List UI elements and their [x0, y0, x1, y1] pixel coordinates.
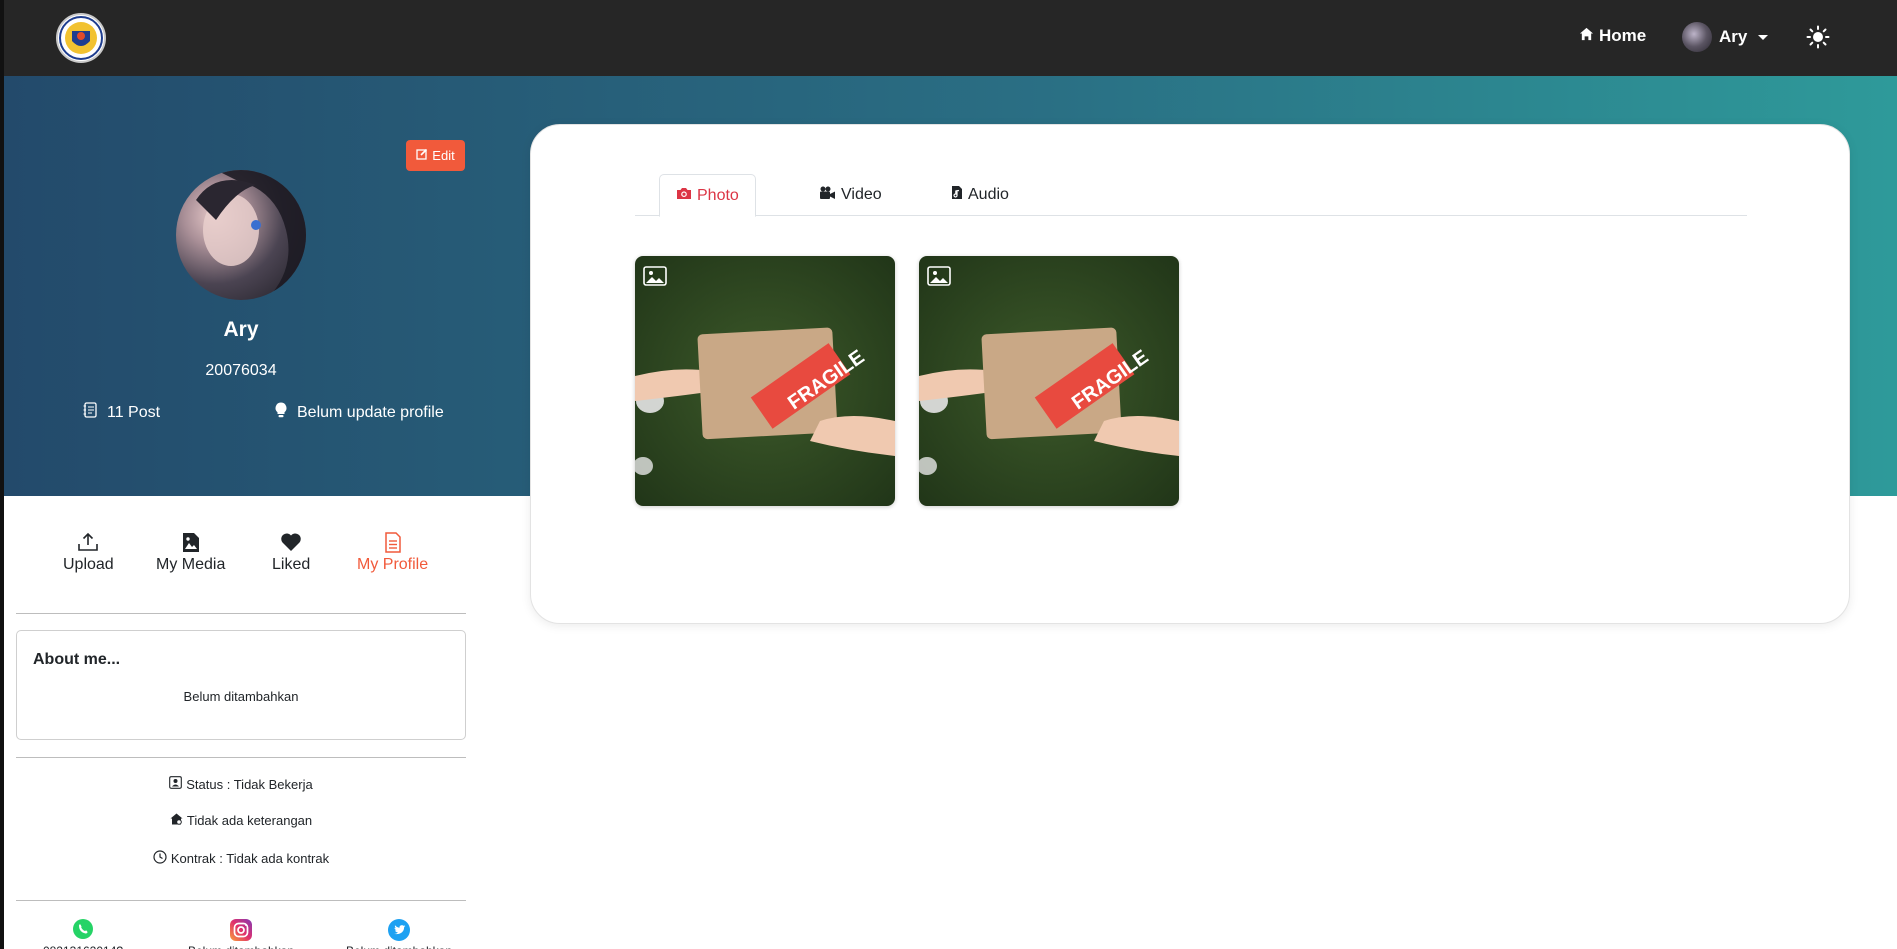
tab-photo-label: Photo	[697, 186, 739, 204]
menu-my-profile[interactable]: My Profile	[357, 532, 428, 574]
photo-thumbnail: FRAGILE	[919, 256, 1179, 506]
about-card: About me... Belum ditambahkan	[16, 630, 466, 740]
tab-video[interactable]: Video	[803, 174, 898, 216]
house-gear-icon	[170, 813, 183, 828]
tab-audio-label: Audio	[968, 186, 1009, 203]
upload-icon	[63, 532, 114, 554]
sun-icon[interactable]	[1806, 25, 1830, 49]
post-count-label: 11 Post	[107, 403, 161, 421]
media-tabs: Photo Video Audio	[635, 174, 1747, 217]
gallery-photo-item[interactable]: FRAGILE	[635, 256, 895, 506]
document-icon	[357, 532, 428, 554]
tab-video-label: Video	[841, 186, 882, 203]
instagram-icon[interactable]	[226, 918, 256, 944]
chevron-down-icon	[1758, 34, 1769, 40]
menu-liked[interactable]: Liked	[272, 532, 310, 574]
tab-audio[interactable]: Audio	[935, 174, 1025, 216]
person-badge-icon	[169, 776, 183, 792]
edit-label: Edit	[432, 148, 455, 163]
menu-my-media-label: My Media	[156, 556, 226, 573]
instagram-handle[interactable]: Belum ditambahkan	[176, 944, 306, 949]
divider	[16, 757, 466, 758]
employment-status-label: Status : Tidak Bekerja	[186, 776, 313, 792]
menu-upload-label: Upload	[63, 556, 114, 573]
home-icon	[1579, 26, 1594, 46]
twitter-handle[interactable]: Belum ditambahkan	[334, 944, 464, 949]
site-logo[interactable]	[56, 13, 106, 63]
journal-icon	[83, 402, 97, 423]
twitter-icon[interactable]	[384, 918, 414, 944]
nav-home-link[interactable]: Home	[1579, 26, 1646, 46]
menu-my-profile-label: My Profile	[357, 556, 429, 573]
profile-name: Ary	[223, 318, 259, 341]
heart-icon	[272, 532, 310, 554]
profile-update-status: Belum update profile	[275, 402, 444, 423]
media-icon	[156, 532, 225, 554]
video-camera-icon	[819, 186, 836, 205]
user-avatar	[1682, 22, 1712, 52]
about-text: Belum ditambahkan	[183, 689, 299, 704]
employment-status: Status : Tidak Bekerja	[16, 776, 466, 792]
profile-id-number: 20076034	[205, 362, 277, 379]
image-icon	[927, 266, 951, 291]
whatsapp-number[interactable]: 08213162014?	[18, 944, 148, 949]
nav-home-label: Home	[1599, 26, 1647, 45]
profile-avatar[interactable]	[176, 170, 306, 300]
contract-info-label: Kontrak : Tidak ada kontrak	[170, 851, 330, 866]
profile-status-label: Belum update profile	[297, 403, 444, 421]
top-navbar: Home Ary	[0, 0, 1897, 76]
edit-icon	[416, 148, 428, 163]
media-gallery-card: Photo Video Audio FRAGILE FRAGILE	[530, 124, 1850, 624]
work-description-label: Tidak ada keterangan	[186, 813, 313, 828]
tab-photo[interactable]: Photo	[659, 174, 756, 217]
profile-menu: Upload My Media Liked My Profile	[16, 532, 466, 584]
lightbulb-icon	[275, 402, 287, 423]
about-title: About me...	[33, 651, 121, 668]
menu-my-media[interactable]: My Media	[156, 532, 225, 574]
gallery-photo-item[interactable]: FRAGILE	[919, 256, 1179, 506]
photo-thumbnail: FRAGILE	[635, 256, 895, 506]
menu-liked-label: Liked	[272, 556, 311, 573]
edit-profile-button[interactable]: Edit	[406, 140, 465, 171]
menu-upload[interactable]: Upload	[63, 532, 114, 574]
user-dropdown[interactable]: Ary	[1682, 22, 1769, 52]
camera-icon	[676, 187, 692, 205]
divider	[16, 613, 466, 614]
clock-icon	[153, 850, 167, 867]
post-count: 11 Post	[83, 402, 160, 423]
image-icon	[643, 266, 667, 291]
whatsapp-icon[interactable]	[68, 918, 98, 944]
user-name: Ary	[1719, 27, 1748, 46]
contract-info: Kontrak : Tidak ada kontrak	[16, 850, 466, 867]
work-description: Tidak ada keterangan	[16, 813, 466, 828]
audio-file-icon	[951, 185, 963, 205]
divider	[16, 900, 466, 901]
